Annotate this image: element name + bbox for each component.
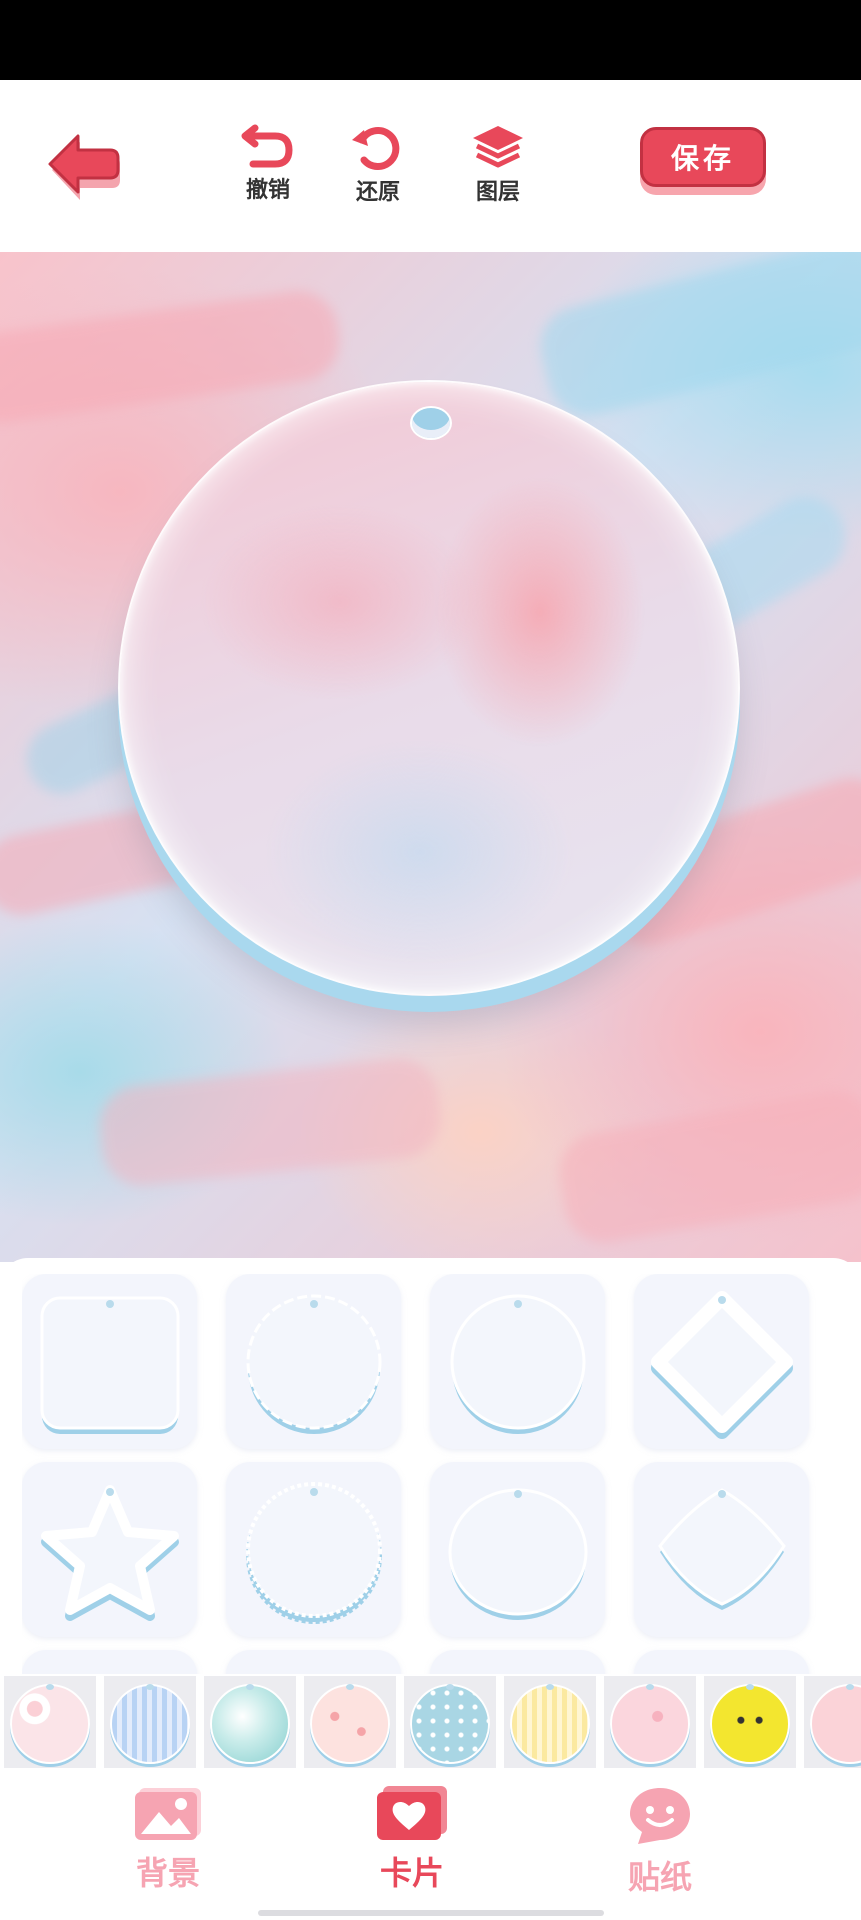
bottom-tab-bar: 背景 卡片 贴纸	[0, 1768, 861, 1920]
scalloped-circle-shape-icon	[246, 1294, 382, 1434]
paint-streak	[532, 252, 861, 424]
serrated-circle-shape-icon	[246, 1482, 382, 1624]
card-swatch-yellow-face[interactable]	[704, 1676, 796, 1768]
shape-tile-partial[interactable]	[634, 1650, 809, 1674]
swatch-hole	[246, 1684, 254, 1690]
circle-pendant-card[interactable]	[118, 380, 740, 996]
swatch-hole	[546, 1684, 554, 1690]
paint-streak	[0, 285, 345, 429]
shape-tile-serrated-circle[interactable]	[226, 1462, 401, 1637]
card-background-strip	[0, 1676, 861, 1768]
shape-tile-partial[interactable]	[226, 1650, 401, 1674]
shape-tile-diamond[interactable]	[634, 1274, 809, 1449]
save-button[interactable]: 保存	[640, 127, 766, 187]
tab-sticker[interactable]: 贴纸	[590, 1786, 730, 1898]
redo-icon	[352, 127, 400, 170]
card-swatch-peach-pattern[interactable]	[304, 1676, 396, 1768]
undo-button[interactable]: 撤销	[228, 122, 308, 204]
star-shape-icon	[41, 1485, 179, 1621]
shape-tile-partial[interactable]	[22, 1650, 197, 1674]
swatch-disc	[610, 1684, 690, 1764]
swatch-disc	[210, 1684, 290, 1764]
layers-icon	[473, 126, 523, 168]
shape-tile-circle[interactable]	[430, 1274, 605, 1449]
paint-streak	[95, 1054, 445, 1190]
shape-tile-square[interactable]	[22, 1274, 197, 1449]
back-arrow-icon	[48, 134, 120, 200]
status-bar	[0, 0, 861, 80]
swatch-disc	[710, 1684, 790, 1764]
swatch-hole	[746, 1684, 754, 1690]
shape-grid	[22, 1274, 822, 1674]
square-shape-icon	[40, 1296, 180, 1434]
paint-streak	[552, 1085, 861, 1249]
pendant-hole	[410, 406, 452, 440]
card-swatch-yellow-stripes[interactable]	[504, 1676, 596, 1768]
swatch-disc	[310, 1684, 390, 1764]
wavy-circle-shape-icon	[448, 1488, 588, 1620]
swatch-hole	[646, 1684, 654, 1690]
swatch-disc	[810, 1684, 861, 1764]
swatch-hole	[846, 1684, 854, 1690]
layers-button[interactable]: 图层	[458, 122, 538, 206]
swatch-disc	[10, 1684, 90, 1764]
card-swatch-blue-stripes[interactable]	[104, 1676, 196, 1768]
card-swatch-mint-watercolor[interactable]	[204, 1676, 296, 1768]
shape-tile-wavy-circle[interactable]	[430, 1462, 605, 1637]
swatch-hole	[46, 1684, 54, 1690]
top-toolbar: 撤销 还原 图层 保存	[0, 80, 861, 252]
tab-card-label: 卡片	[379, 1854, 444, 1892]
shape-tile-partial[interactable]	[430, 1650, 605, 1674]
card-swatch-pink-plain[interactable]	[804, 1676, 861, 1768]
undo-label: 撤销	[245, 178, 290, 203]
card-swatch-pink-pattern[interactable]	[604, 1676, 696, 1768]
heart-card-icon	[377, 1786, 447, 1840]
diamond-shape-icon	[651, 1291, 793, 1439]
tab-sticker-label: 贴纸	[627, 1858, 692, 1896]
shape-tile-scalloped-circle[interactable]	[226, 1274, 401, 1449]
tab-background[interactable]: 背景	[98, 1786, 238, 1894]
back-button[interactable]	[44, 124, 124, 204]
circle-shape-icon	[450, 1294, 586, 1434]
image-icon	[135, 1788, 201, 1840]
tab-background-label: 背景	[135, 1854, 200, 1892]
redo-label: 还原	[355, 180, 400, 205]
card-swatch-blue-dots[interactable]	[404, 1676, 496, 1768]
shape-tile-star[interactable]	[22, 1462, 197, 1637]
card-swatch-pink-floral[interactable]	[4, 1676, 96, 1768]
home-indicator	[258, 1910, 604, 1916]
swatch-disc	[110, 1684, 190, 1764]
redo-button[interactable]: 还原	[338, 122, 418, 206]
undo-icon	[241, 124, 293, 168]
smiley-bubble-icon	[630, 1788, 690, 1844]
tab-card[interactable]: 卡片	[342, 1786, 482, 1894]
swatch-disc	[410, 1684, 490, 1764]
design-canvas[interactable]	[0, 252, 861, 1262]
cloud-diamond-shape-icon	[658, 1488, 786, 1610]
layers-label: 图层	[475, 180, 520, 205]
shape-tile-cloud-diamond[interactable]	[634, 1462, 809, 1637]
swatch-hole	[346, 1684, 354, 1690]
swatch-hole	[146, 1684, 154, 1690]
swatch-disc	[510, 1684, 590, 1764]
swatch-hole	[446, 1684, 454, 1690]
